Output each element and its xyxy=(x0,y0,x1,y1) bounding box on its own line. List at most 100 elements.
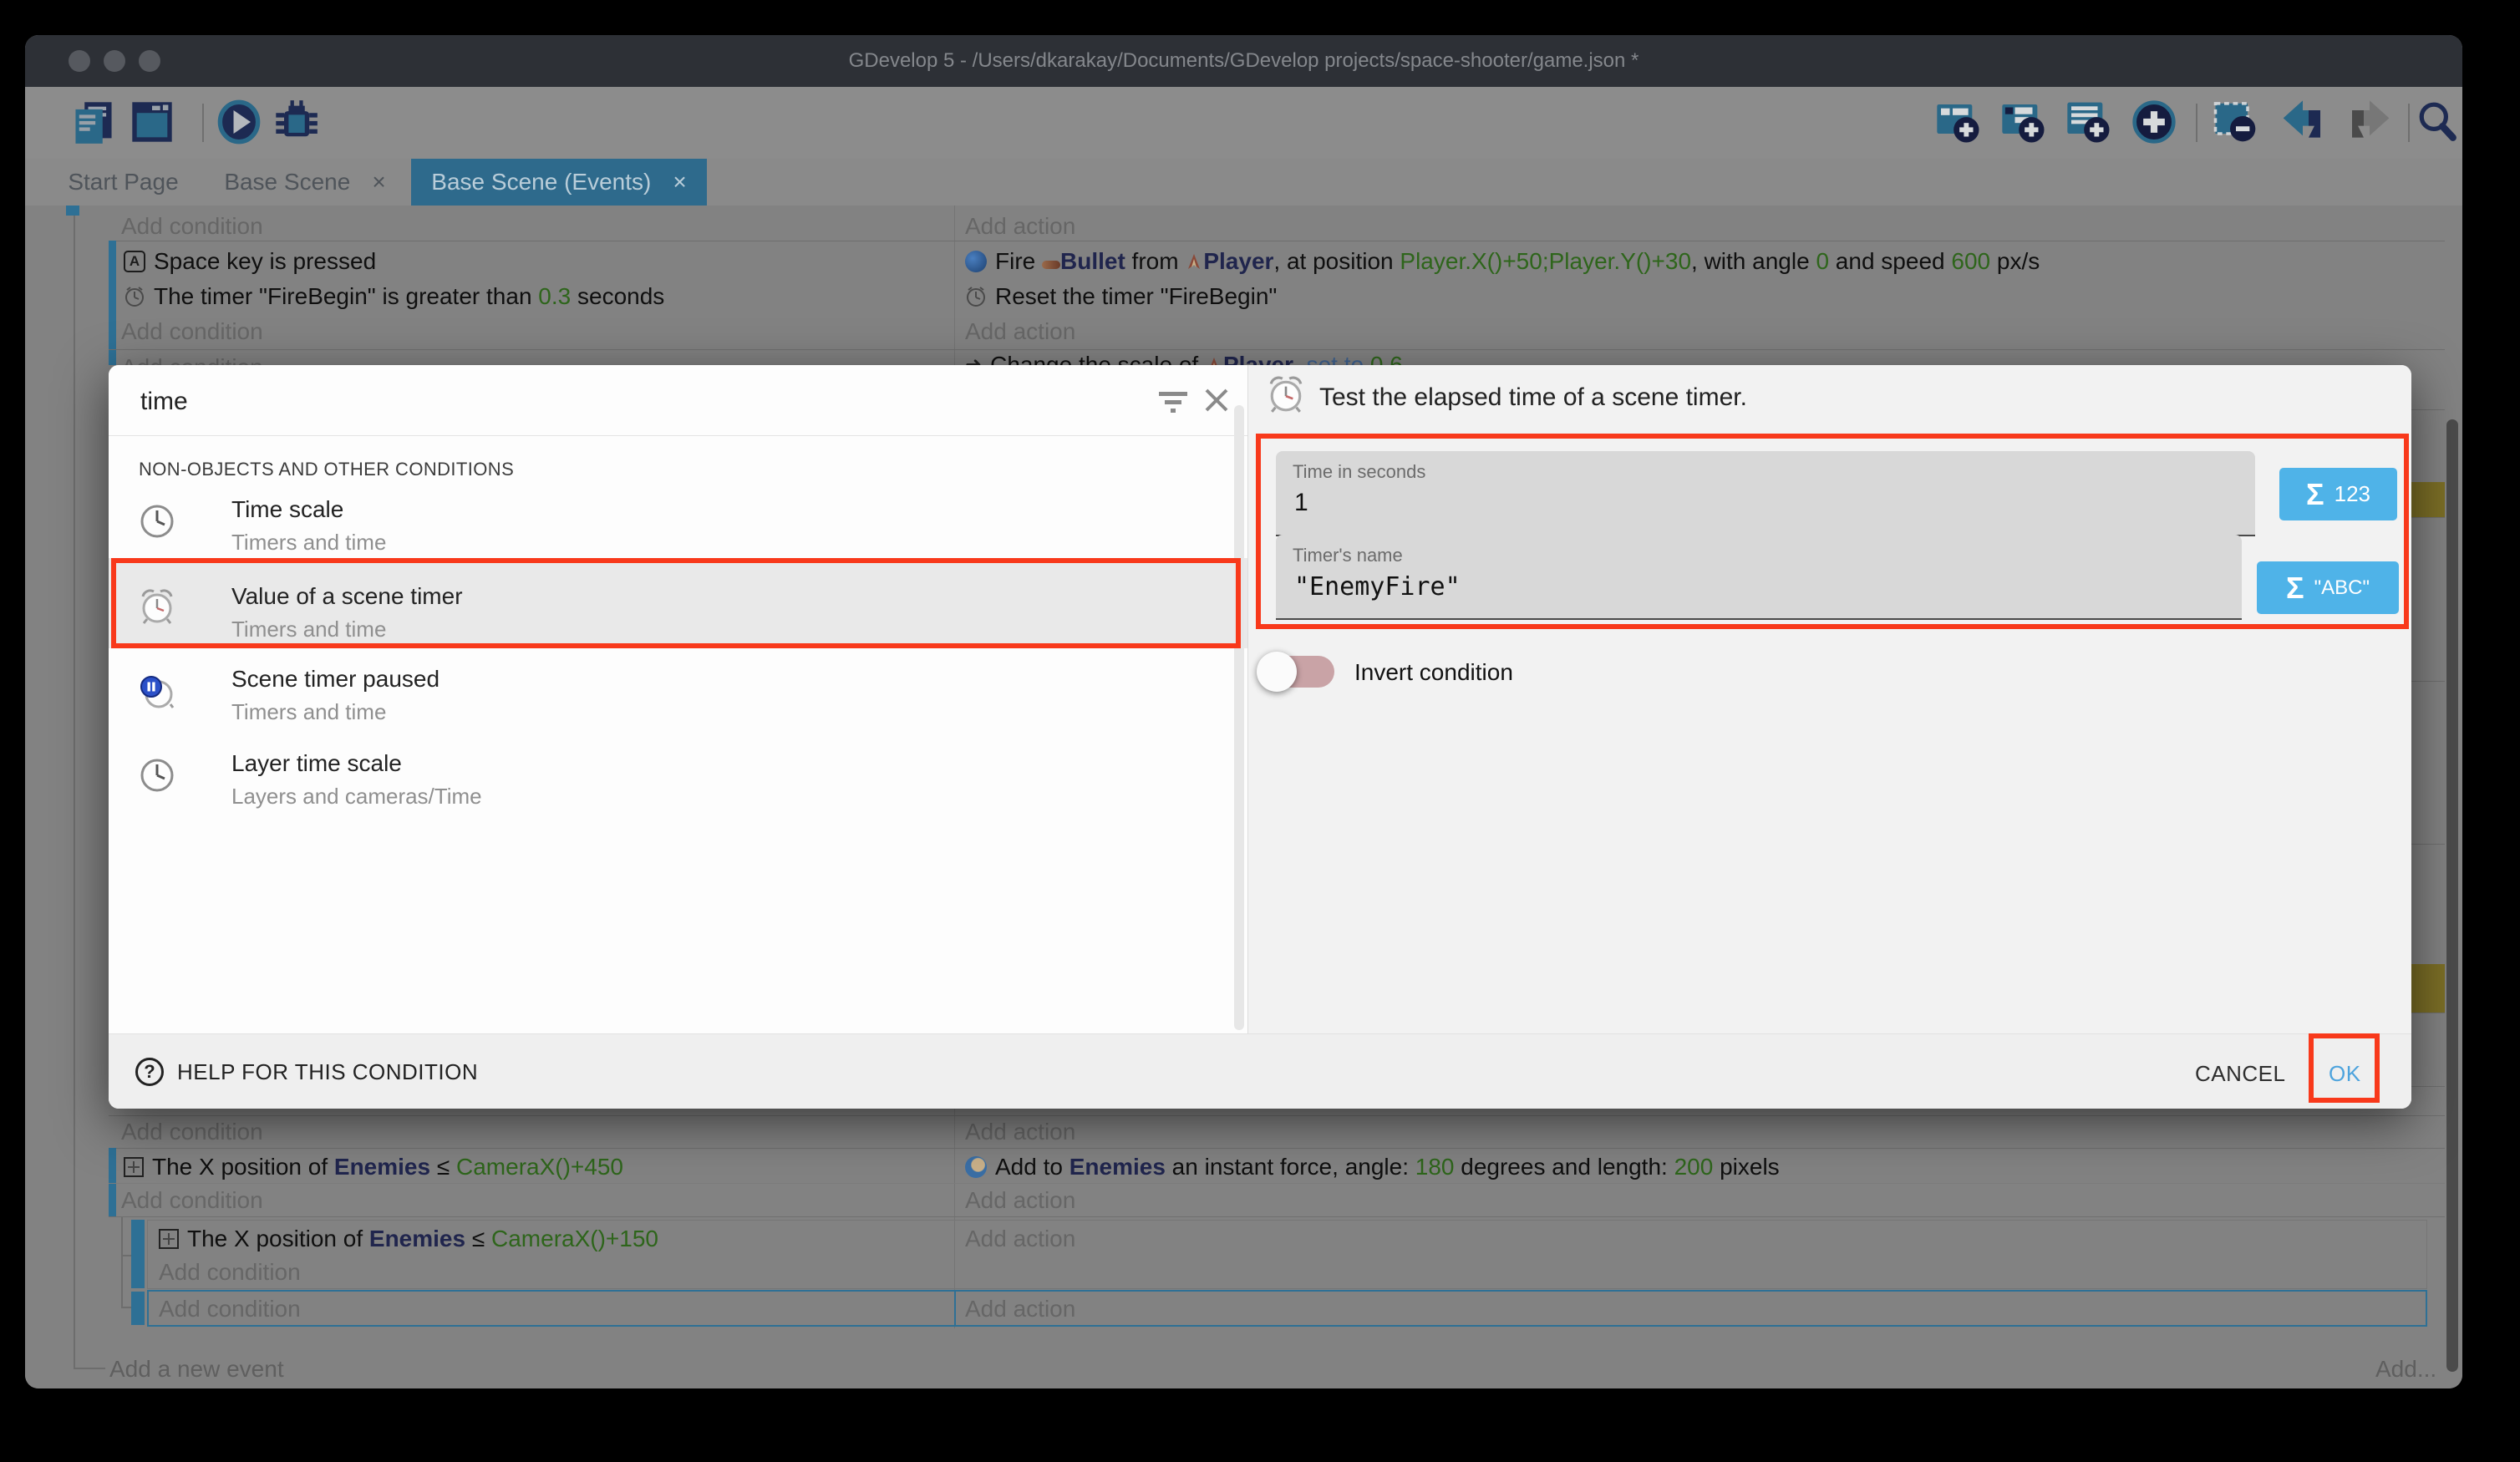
add-circle-icon[interactable] xyxy=(2131,99,2177,145)
bullet-icon xyxy=(1042,261,1060,269)
action-row[interactable]: Fire Bullet from Player, at position Pla… xyxy=(965,247,2040,276)
tab-label: Base Scene (Events) xyxy=(431,169,651,195)
condition-row[interactable]: A Space key is pressed xyxy=(124,247,376,276)
player-ship-icon xyxy=(1185,252,1203,272)
clock-icon xyxy=(139,757,175,794)
tab-start-page[interactable]: Start Page xyxy=(46,159,201,206)
add-action-row[interactable]: Add action xyxy=(965,1225,1075,1253)
debug-icon[interactable] xyxy=(272,99,319,145)
choose-condition-dialog: NON-OBJECTS AND OTHER CONDITIONS Time sc… xyxy=(109,365,2411,1109)
tab-close-icon[interactable]: × xyxy=(673,169,686,195)
add-comment-icon[interactable] xyxy=(2065,99,2112,145)
cancel-button[interactable]: CANCEL xyxy=(2195,1061,2285,1087)
tab-base-scene[interactable]: Base Scene × xyxy=(205,159,405,206)
add-action-row[interactable]: Add action xyxy=(965,1118,1075,1146)
add-action-row[interactable]: Add action xyxy=(965,212,1075,241)
action-text: Fire Bullet from Player, at position Pla… xyxy=(995,247,2040,276)
timer-icon xyxy=(124,286,145,307)
event-drag-bar[interactable] xyxy=(109,1148,116,1216)
search-input[interactable] xyxy=(139,382,1061,422)
event-boundary xyxy=(109,349,2445,350)
scene-editor-icon[interactable] xyxy=(129,99,175,145)
event-drag-bar[interactable] xyxy=(109,241,116,365)
toolbar-separator xyxy=(202,104,204,142)
condition-list-panel: NON-OBJECTS AND OTHER CONDITIONS Time sc… xyxy=(109,365,1247,1033)
project-manager-icon[interactable] xyxy=(70,99,117,145)
time-in-seconds-input[interactable] xyxy=(1293,488,2197,518)
item-title: Time scale xyxy=(231,496,343,523)
add-condition-row[interactable]: Add condition xyxy=(159,1258,301,1287)
preview-play-icon[interactable] xyxy=(216,99,262,145)
close-icon[interactable] xyxy=(1202,385,1232,415)
item-subtitle: Timers and time xyxy=(231,530,386,556)
condition-row[interactable]: The X position of Enemies ≤ CameraX()+45… xyxy=(124,1153,623,1181)
tab-label: Base Scene xyxy=(224,169,350,195)
dialog-footer: ? HELP FOR THIS CONDITION CANCEL OK xyxy=(109,1033,2411,1109)
event-handle xyxy=(66,206,79,216)
string-expression-editor-button[interactable]: Σ "ABC" xyxy=(2257,561,2399,614)
subevent-drag-bar[interactable] xyxy=(131,1220,145,1288)
item-subtitle: Layers and cameras/Time xyxy=(231,784,482,810)
condition-text: The timer "FireBegin" is greater than 0.… xyxy=(154,282,664,311)
filter-icon[interactable] xyxy=(1158,390,1188,415)
action-row[interactable]: Add to Enemies an instant force, angle: … xyxy=(965,1153,1780,1181)
search-icon[interactable] xyxy=(2416,99,2458,145)
alarm-clock-icon xyxy=(1267,375,1305,414)
add-sub-event-icon[interactable] xyxy=(2000,99,2047,145)
item-subtitle: Timers and time xyxy=(231,699,386,725)
add-condition-row[interactable]: Add condition xyxy=(121,1186,263,1215)
subevent-tree-line xyxy=(121,1216,123,1308)
condition-row[interactable]: The X position of Enemies ≤ CameraX()+15… xyxy=(159,1225,658,1253)
delete-event-icon[interactable] xyxy=(2213,99,2259,145)
item-title: Scene timer paused xyxy=(231,666,439,693)
toggle-knob[interactable] xyxy=(1257,652,1297,692)
item-title: Layer time scale xyxy=(231,750,402,777)
alarm-clock-pause-icon xyxy=(139,673,175,709)
add-condition-row[interactable]: Add condition xyxy=(121,1118,263,1146)
add-condition-row[interactable]: Add condition xyxy=(159,1295,301,1323)
sigma-icon: Σ xyxy=(2286,571,2304,606)
condition-text: The X position of Enemies ≤ CameraX()+45… xyxy=(152,1153,623,1181)
condition-row[interactable]: The timer "FireBegin" is greater than 0.… xyxy=(124,282,664,311)
list-scrollbar[interactable] xyxy=(1234,405,1244,1030)
timer-name-input[interactable] xyxy=(1293,571,2185,602)
event-tree-line xyxy=(74,212,75,1369)
window-title: GDevelop 5 - /Users/dkarakay/Documents/G… xyxy=(25,35,2462,87)
expression-editor-button[interactable]: Σ 123 xyxy=(2279,468,2397,520)
selected-subevent[interactable] xyxy=(147,1290,2427,1327)
redo-icon[interactable] xyxy=(2346,99,2393,145)
subevent-drag-bar[interactable] xyxy=(131,1292,145,1325)
add-action-row[interactable]: Add action xyxy=(965,1186,1075,1215)
condition-text: The X position of Enemies ≤ CameraX()+15… xyxy=(187,1225,658,1253)
divider xyxy=(109,435,1247,436)
highlighted-event-sliver xyxy=(2411,482,2445,517)
action-text: Reset the timer "FireBegin" xyxy=(995,282,1277,311)
timer-name-field[interactable]: Timer's name xyxy=(1276,535,2242,620)
add-event-icon[interactable] xyxy=(1935,99,1982,145)
add-more-button[interactable]: Add... xyxy=(2375,1355,2436,1383)
add-action-row[interactable]: Add action xyxy=(965,1295,1075,1323)
tab-close-icon[interactable]: × xyxy=(372,169,385,195)
events-scrollbar[interactable] xyxy=(2446,419,2458,1372)
add-condition-row[interactable]: Add condition xyxy=(121,212,263,241)
invert-condition-label: Invert condition xyxy=(1354,659,1513,686)
action-row[interactable]: Reset the timer "FireBegin" xyxy=(965,282,1277,311)
section-header: NON-OBJECTS AND OTHER CONDITIONS xyxy=(139,459,514,480)
clock-icon xyxy=(139,503,175,540)
help-button[interactable]: ? HELP FOR THIS CONDITION xyxy=(135,1058,478,1086)
sigma-icon: Σ xyxy=(2306,477,2324,512)
field-label: Timer's name xyxy=(1293,545,1403,566)
main-toolbar xyxy=(25,87,2462,159)
add-condition-row[interactable]: Add condition xyxy=(121,317,263,346)
event-tree-line xyxy=(74,1368,105,1369)
add-new-event-button[interactable]: Add a new event xyxy=(109,1355,284,1383)
subevent-tree-line xyxy=(121,1307,131,1308)
subevent-tree-line xyxy=(121,1255,131,1256)
tab-base-scene-events[interactable]: Base Scene (Events) × xyxy=(411,159,707,206)
undo-icon[interactable] xyxy=(2279,99,2326,145)
time-in-seconds-field[interactable]: Time in seconds xyxy=(1276,451,2255,536)
ok-button[interactable]: OK xyxy=(2329,1061,2361,1087)
selected-divider xyxy=(954,1290,956,1327)
add-action-row[interactable]: Add action xyxy=(965,317,1075,346)
button-label: "ABC" xyxy=(2314,576,2370,600)
